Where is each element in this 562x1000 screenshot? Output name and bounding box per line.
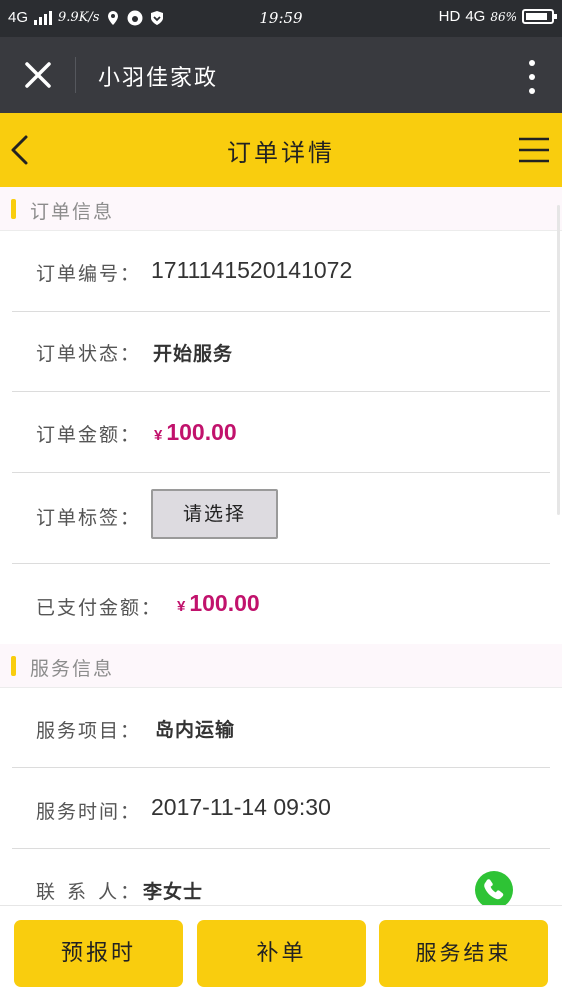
app-title: 小羽佳家政 [98, 66, 219, 91]
scrollbar-thumb[interactable] [557, 205, 560, 515]
order-amount-number: 100.00 [166, 419, 237, 445]
paid-amount-label: 已支付金额： [36, 597, 163, 619]
app-bar-divider [75, 57, 76, 93]
order-number-label: 订单编号： [36, 263, 142, 285]
section-accent-bar [11, 199, 16, 219]
currency-symbol: ¥ [177, 598, 186, 615]
supplement-order-button[interactable]: 补单 [197, 920, 366, 987]
browser-app-bar: 小羽佳家政 [0, 37, 562, 113]
order-amount-value: ¥100.00 [154, 419, 237, 446]
contact-label: 联 系 人： [36, 881, 143, 903]
status-right: HD 4G 86% [438, 8, 557, 25]
bottom-action-bar: 预报时 补单 服务结束 [0, 905, 562, 1000]
row-order-tag: 订单标签： 请选择 [0, 473, 562, 564]
finish-service-button[interactable]: 服务结束 [379, 920, 548, 987]
service-time-label: 服务时间： [36, 801, 142, 823]
close-icon[interactable] [22, 59, 54, 91]
order-tag-select[interactable]: 请选择 [151, 489, 278, 539]
order-number-value: 1711141520141072 [151, 257, 353, 283]
page-title: 订单详情 [227, 139, 335, 167]
phone-icon[interactable] [474, 870, 514, 910]
net-type-indicator: 4G [465, 8, 486, 25]
contact-value: 李女士 [143, 881, 204, 903]
currency-symbol: ¥ [154, 427, 163, 444]
row-service-time: 服务时间： 2017-11-14 09:30 [0, 768, 562, 849]
row-order-status: 订单状态： 开始服务 [0, 312, 562, 392]
service-item-label: 服务项目： [36, 720, 142, 742]
section-header-service-info: 服务信息 [0, 644, 562, 688]
order-amount-label: 订单金额： [36, 424, 142, 446]
row-contact: 联 系 人： 李女士 [0, 849, 562, 909]
more-vertical-icon[interactable] [524, 57, 540, 97]
row-service-item: 服务项目： 岛内运输 [0, 688, 562, 768]
service-item-value: 岛内运输 [155, 719, 236, 741]
service-time-value: 2017-11-14 09:30 [151, 794, 331, 820]
order-status-value: 开始服务 [153, 343, 234, 365]
section-title: 服务信息 [30, 658, 115, 680]
row-order-amount: 订单金额： ¥100.00 [0, 392, 562, 473]
paid-amount-number: 100.00 [189, 590, 260, 616]
section-accent-bar [11, 656, 16, 676]
hamburger-menu-icon[interactable] [518, 135, 550, 165]
battery-percent: 86% [490, 9, 517, 24]
battery-icon [522, 9, 557, 24]
hd-indicator: HD [438, 8, 461, 25]
paid-amount-value: ¥100.00 [177, 590, 260, 617]
order-status-label: 订单状态： [36, 343, 142, 365]
order-tag-label: 订单标签： [36, 507, 142, 529]
report-time-button[interactable]: 预报时 [14, 920, 183, 987]
section-header-order-info: 订单信息 [0, 187, 562, 231]
status-bar: 4G 9.9K/s 19:59 HD 4G 86% [0, 0, 562, 37]
row-order-number: 订单编号： 1711141520141072 [0, 231, 562, 312]
section-title: 订单信息 [30, 201, 115, 223]
page-header: 订单详情 [0, 113, 562, 187]
row-paid-amount: 已支付金额： ¥100.00 [0, 564, 562, 644]
